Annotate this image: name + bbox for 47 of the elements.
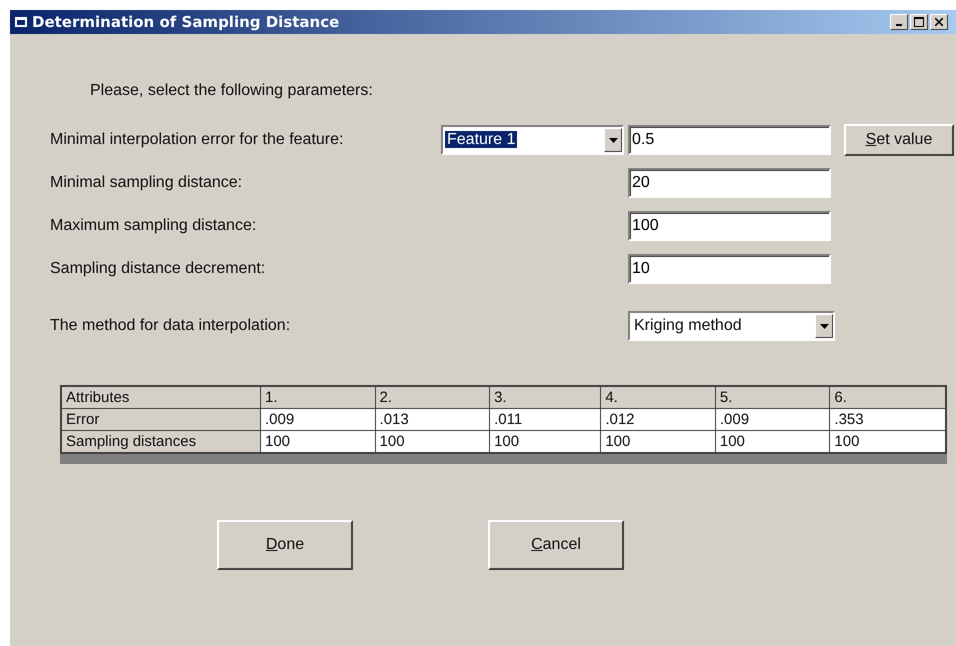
column-header: 5.: [715, 386, 830, 408]
app-icon: [14, 16, 28, 28]
instruction-text: Please, select the following parameters:: [90, 82, 374, 100]
set-value-button[interactable]: Set value: [844, 124, 954, 156]
close-icon: [935, 18, 943, 26]
table-cell: .013: [375, 408, 490, 430]
caret-icon: [820, 324, 828, 328]
minimize-button[interactable]: [890, 14, 908, 30]
maximize-icon: [914, 17, 924, 27]
field-label: Minimal sampling distance:: [50, 174, 244, 192]
field-label: Minimal interpolation error for the feature:: [50, 131, 344, 149]
table-cell: 100: [600, 430, 716, 453]
method-dropdown[interactable]: Kriging method: [628, 311, 835, 341]
table-cell: 100: [375, 430, 490, 453]
column-header: 1.: [260, 386, 376, 408]
cancel-button[interactable]: Cancel: [488, 520, 624, 570]
caret-icon: [608, 138, 618, 142]
dropdown-value: Feature 1: [445, 131, 518, 148]
column-header: 3.: [490, 386, 601, 408]
feature-dropdown[interactable]: Feature 1: [441, 125, 624, 155]
done-button[interactable]: Done: [217, 520, 353, 570]
field-label: Sampling distance decrement:: [50, 260, 266, 278]
column-header: 6.: [830, 386, 946, 408]
row-header: Sampling distances: [61, 430, 260, 453]
input-field[interactable]: 20: [628, 168, 831, 198]
window-title: Determination of Sampling Distance: [32, 13, 340, 31]
dropdown-value: Kriging method: [633, 317, 743, 334]
table-cell: .009: [260, 408, 376, 430]
table-cell: 100: [830, 430, 946, 453]
table-cell: 100: [260, 430, 376, 453]
column-header: 2.: [375, 386, 490, 408]
table-cell: .353: [830, 408, 946, 430]
table-cell: 100: [715, 430, 830, 453]
maximize-button[interactable]: [910, 14, 928, 30]
input-field[interactable]: 0.5: [628, 125, 831, 155]
table-cell: .009: [715, 408, 830, 430]
table-cell: .011: [490, 408, 601, 430]
field-label: The method for data interpolation:: [50, 317, 292, 335]
column-header: 4.: [600, 386, 716, 408]
table-cell: 100: [490, 430, 601, 453]
input-field[interactable]: 100: [628, 211, 831, 241]
table-cell: .012: [600, 408, 716, 430]
close-button[interactable]: [930, 14, 948, 30]
field-label: Maximum sampling distance:: [50, 217, 258, 235]
input-field[interactable]: 10: [628, 254, 831, 284]
row-header: Error: [61, 408, 260, 430]
column-header: Attributes: [61, 386, 260, 408]
